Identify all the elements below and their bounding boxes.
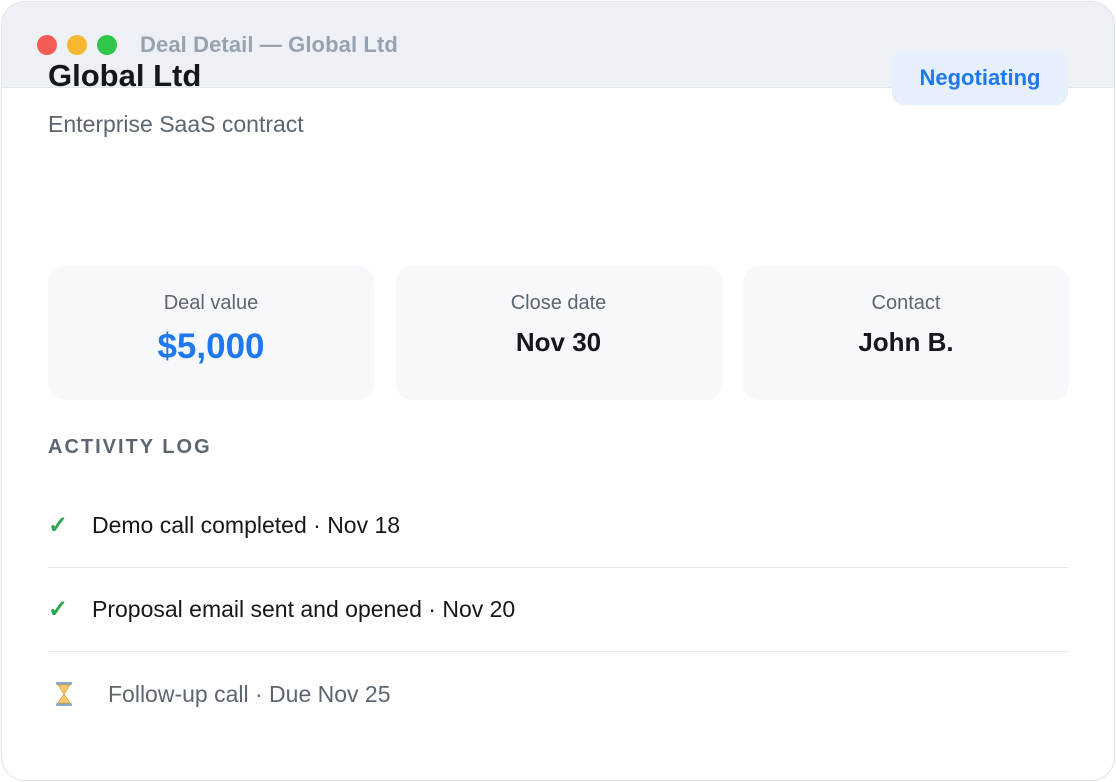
- close-date-label: Close date: [510, 292, 607, 314]
- deal-value-label: Deal value: [163, 292, 259, 314]
- contact-value[interactable]: John B.: [743, 327, 1069, 358]
- window-title: Deal Detail — Global Ltd: [140, 31, 398, 57]
- hourglass-icon: [48, 681, 108, 707]
- activity-item: Follow-up call · Due Nov 25: [48, 652, 1069, 736]
- activity-log-title: ACTIVITY LOG: [48, 436, 212, 458]
- activity-item: ✓ Proposal email sent and opened · Nov 2…: [48, 568, 1069, 652]
- activity-item-text: Demo call completed · Nov 18: [92, 512, 401, 538]
- check-icon: ✓: [48, 596, 69, 623]
- close-date-value: Nov 30: [515, 327, 602, 357]
- close-date-card: Close date Nov 30: [395, 266, 722, 400]
- close-window-button[interactable]: [37, 34, 57, 55]
- deal-name: Global Ltd: [48, 58, 202, 93]
- status-badge[interactable]: Negotiating: [892, 51, 1068, 105]
- deal-value: $5,000: [157, 327, 265, 366]
- activity-item-text: Proposal email sent and opened · Nov 20: [92, 596, 516, 622]
- deal-value-card: Deal value $5,000: [48, 266, 374, 400]
- deal-description: Enterprise SaaS contract: [48, 111, 304, 137]
- stats-cards: Deal value $5,000 Close date Nov 30 Cont…: [48, 266, 1069, 400]
- maximize-window-button[interactable]: [97, 34, 117, 55]
- contact-label: Contact: [871, 292, 941, 314]
- deal-detail-window: Deal Detail — Global Ltd Global Ltd Ente…: [1, 1, 1115, 781]
- check-icon: ✓: [48, 512, 69, 539]
- minimize-window-button[interactable]: [67, 34, 87, 55]
- activity-item-text: Follow-up call · Due Nov 25: [108, 680, 391, 707]
- activity-log-list: ✓ Demo call completed · Nov 18 ✓ Proposa…: [48, 484, 1069, 736]
- contact-card: Contact John B.: [743, 266, 1069, 400]
- activity-item: ✓ Demo call completed · Nov 18: [48, 484, 1069, 568]
